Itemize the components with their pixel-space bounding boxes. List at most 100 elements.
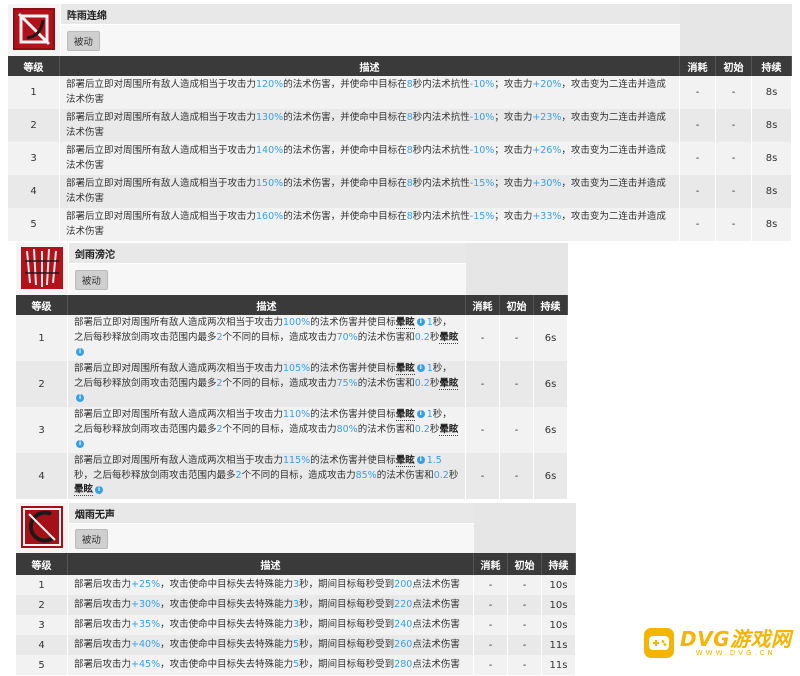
stun-keyword-link[interactable]: 晕眩 [439, 377, 459, 390]
info-icon[interactable]: i [76, 439, 84, 448]
desc-text: 部署后立即对周围所有敌人造成两次相当于攻击力105%的法术伤害并使目标晕眩 i 1秒… [74, 362, 459, 406]
value-highlight: 75% [336, 377, 358, 389]
cell-init-sp: - [716, 109, 752, 142]
cell-duration: 10s [542, 595, 576, 615]
desc-text: 部署后立即对周围所有敌人造成相当于攻击力160%的法术伤害，并使命中目标在8秒内… [66, 210, 673, 239]
cell-level: 3 [16, 615, 68, 635]
desc-segment: 的法术伤害和 [376, 469, 434, 481]
desc-text: 部署后立即对周围所有敌人造成相当于攻击力140%的法术伤害，并使命中目标在8秒内… [66, 144, 673, 173]
cell-sp-cost: - [680, 175, 716, 208]
info-icon[interactable]: i [76, 393, 84, 402]
value-highlight: 160% [256, 210, 284, 222]
desc-segment: ；攻击力 [494, 144, 533, 156]
table-row: 4 部署后攻击力+40%，攻击使命中目标失去特殊能力5秒，期间目标每秒受到260点… [16, 635, 576, 656]
desc-segment: 部署后立即对周围所有敌人造成相当于攻击力 [66, 144, 257, 156]
desc-segment: 秒 [429, 423, 440, 435]
value-highlight: +20% [532, 78, 562, 90]
skill-header: 阵雨连绵 被动 [8, 4, 680, 56]
cell-duration: 6s [534, 361, 568, 407]
cell-desc: 部署后立即对周围所有敌人造成相当于攻击力140%的法术伤害，并使命中目标在8秒内… [60, 142, 680, 175]
col-level: 等级 [8, 56, 60, 76]
skill-name: 阵雨连绵 [60, 4, 680, 25]
skill-header: 剑雨滂沱 被动 [16, 243, 466, 295]
desc-segment: 的法术伤害，并使命中目标在 [283, 177, 407, 189]
desc-segment: 点法术伤害 [412, 578, 460, 590]
info-icon[interactable]: i [416, 410, 425, 419]
value-highlight: 200 [394, 578, 413, 590]
cell-sp-cost: - [680, 76, 716, 109]
value-highlight: +30% [532, 177, 562, 189]
value-highlight: 0.2 [433, 469, 449, 481]
cell-sp-cost: - [474, 595, 508, 615]
skill-panel-2: 剑雨滂沱 被动 等级 描述 消耗 初始 持续 1 部署后立即对周围所有敌人造成两次… [16, 243, 568, 500]
cell-init-sp: - [500, 315, 534, 361]
cell-sp-cost: - [474, 575, 508, 595]
table-row: 5 部署后攻击力+45%，攻击使命中目标失去特殊能力5秒，期间目标每秒受到280点… [16, 655, 576, 676]
desc-segment: 部署后攻击力 [74, 638, 132, 650]
cell-level: 2 [16, 595, 68, 615]
skill-header-filler [466, 243, 568, 295]
skill-panel-3: 烟雨无声 被动 等级 描述 消耗 初始 持续 1 部署后攻击力+25%，攻击使命中… [16, 503, 576, 676]
cell-duration: 6s [534, 453, 568, 499]
cell-init-sp: - [508, 635, 542, 655]
skill-crescent-icon [20, 505, 63, 551]
cell-sp-cost: - [680, 208, 716, 241]
desc-text: 部署后攻击力+25%，攻击使命中目标失去特殊能力3秒，期间目标每秒受到200点法… [74, 578, 460, 593]
cell-duration: 8s [752, 76, 792, 109]
col-desc: 描述 [68, 295, 466, 315]
desc-segment: 秒，之后每秒释放剑雨攻击范围内最多 [74, 469, 236, 481]
cell-level: 1 [16, 315, 68, 361]
col-level: 等级 [16, 553, 68, 575]
skill-tag: 被动 [74, 269, 108, 290]
value-highlight: 0.2 [414, 331, 430, 343]
value-highlight: +35% [131, 618, 161, 630]
skill-icon-cell [8, 4, 61, 56]
desc-segment: 部署后攻击力 [74, 618, 132, 630]
cell-level: 4 [16, 453, 68, 499]
desc-text: 部署后攻击力+45%，攻击使命中目标失去特殊能力5秒，期间目标每秒受到280点法… [74, 658, 460, 673]
skill-tag: 被动 [66, 30, 100, 51]
desc-segment: 秒，期间目标每秒受到 [299, 618, 395, 630]
info-icon[interactable]: i [416, 456, 425, 465]
desc-text: 部署后攻击力+30%，攻击使命中目标失去特殊能力3秒，期间目标每秒受到220点法… [74, 598, 460, 613]
stun-keyword-link[interactable]: 晕眩 [395, 408, 415, 421]
desc-segment: 部署后立即对周围所有敌人造成两次相当于攻击力 [74, 408, 284, 420]
value-highlight: +45% [131, 658, 161, 670]
stun-keyword-link[interactable]: 晕眩 [395, 316, 415, 329]
col-sp-cost: 消耗 [474, 553, 508, 575]
desc-segment: 秒，期间目标每秒受到 [299, 578, 395, 590]
gamepad-icon [644, 628, 674, 658]
desc-text: 部署后立即对周围所有敌人造成相当于攻击力150%的法术伤害，并使命中目标在8秒内… [66, 177, 673, 206]
desc-segment: 点法术伤害 [412, 638, 460, 650]
info-icon[interactable]: i [416, 318, 425, 327]
cell-level: 1 [16, 575, 68, 595]
value-highlight: 140% [256, 144, 284, 156]
desc-segment: 的法术伤害并使目标 [310, 362, 396, 374]
desc-segment: 的法术伤害，并使命中目标在 [283, 210, 407, 222]
col-init-sp: 初始 [508, 553, 542, 575]
cell-desc: 部署后攻击力+30%，攻击使命中目标失去特殊能力3秒，期间目标每秒受到220点法… [68, 595, 474, 615]
cell-init-sp: - [716, 142, 752, 175]
stun-keyword-link[interactable]: 晕眩 [395, 454, 415, 467]
stun-keyword-link[interactable]: 晕眩 [395, 362, 415, 375]
desc-segment: 秒内法术抗性 [412, 210, 470, 222]
desc-segment: 个不同的目标，造成攻击力 [222, 377, 337, 389]
skill-name: 烟雨无声 [68, 503, 474, 524]
stun-keyword-link[interactable]: 晕眩 [74, 484, 94, 497]
desc-text: 部署后立即对周围所有敌人造成相当于攻击力130%的法术伤害，并使命中目标在8秒内… [66, 111, 673, 140]
cell-init-sp: - [716, 76, 752, 109]
desc-segment: 的法术伤害和 [357, 423, 415, 435]
desc-text: 部署后立即对周围所有敌人造成两次相当于攻击力100%的法术伤害并使目标晕眩 i 1秒… [74, 316, 459, 360]
info-icon[interactable]: i [95, 485, 104, 494]
stun-keyword-link[interactable]: 晕眩 [439, 423, 459, 436]
desc-segment: 个不同的目标，造成攻击力 [241, 469, 356, 481]
info-icon[interactable]: i [416, 364, 425, 373]
stun-keyword-link[interactable]: 晕眩 [439, 331, 459, 344]
table-row: 4 部署后立即对周围所有敌人造成相当于攻击力150%的法术伤害，并使命中目标在8秒… [8, 175, 792, 209]
cell-sp-cost: - [466, 453, 500, 499]
cell-desc: 部署后立即对周围所有敌人造成相当于攻击力130%的法术伤害，并使命中目标在8秒内… [60, 109, 680, 142]
info-icon[interactable]: i [76, 347, 84, 356]
table-row: 2 部署后立即对周围所有敌人造成两次相当于攻击力105%的法术伤害并使目标晕眩 i 1… [16, 361, 568, 408]
cell-init-sp: - [716, 175, 752, 208]
col-duration: 持续 [542, 553, 576, 575]
